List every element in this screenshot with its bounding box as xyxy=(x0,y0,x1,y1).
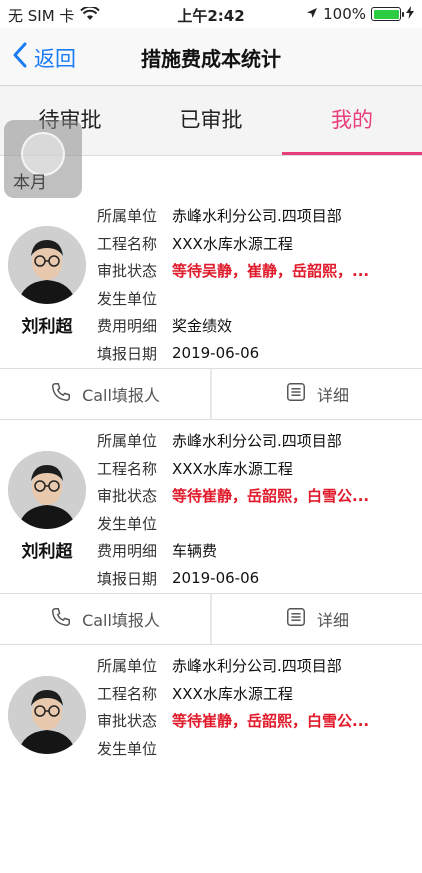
record-details: 所属单位 赤峰水利分公司.四项目部 工程名称 XXX水库水源工程 审批状态 等待吴静，… xyxy=(97,202,414,367)
list-item[interactable]: 刘利超 所属单位 赤峰水利分公司.四项目部 工程名称 XXX水库水源工程 审批状态等… xyxy=(0,423,422,648)
expense-detail-value: 奖金绩效 xyxy=(172,317,233,336)
occur-unit-label: 发生单位 xyxy=(97,739,158,758)
reporter-name: 刘利超 xyxy=(21,317,73,337)
project-value: XXX水库水源工程 xyxy=(172,684,293,703)
navigation-bar: 返回 措施费成本统计 xyxy=(0,28,422,86)
unit-label: 所属单位 xyxy=(97,657,158,676)
status-bar: 无 SIM 卡 上午2:42 100% xyxy=(0,0,422,28)
tab-approved[interactable]: 已审批 xyxy=(141,86,281,156)
report-date-value: 2019-06-06 xyxy=(172,569,260,588)
card-actions: Call填报人 详细 xyxy=(0,368,422,420)
approval-value: 等待吴静，崔静，岳韶熙，... xyxy=(172,262,370,281)
call-reporter-button[interactable]: Call填报人 xyxy=(0,369,210,419)
report-date-label: 填报日期 xyxy=(97,569,158,588)
list-item[interactable]: 所属单位 赤峰水利分公司.四项目部 工程名称 XXX水库水源工程 审批状态 等待崔静，… xyxy=(0,648,422,873)
project-label: 工程名称 xyxy=(97,234,158,253)
project-label: 工程名称 xyxy=(97,459,158,478)
project-label: 工程名称 xyxy=(97,684,158,703)
avatar xyxy=(8,451,86,529)
unit-value: 赤峰水利分公司.四项目部 xyxy=(172,432,342,451)
expense-detail-value: 车辆费 xyxy=(172,542,218,561)
charging-icon xyxy=(406,5,414,23)
location-icon xyxy=(306,5,318,23)
avatar xyxy=(8,676,86,754)
project-value: XXX水库水源工程 xyxy=(172,234,293,253)
approval-label: 审批状态 xyxy=(97,487,158,506)
list-icon xyxy=(285,381,307,407)
approval-value: 等待崔静，岳韶熙，白雪公... xyxy=(172,487,370,506)
record-details: 所属单位 赤峰水利分公司.四项目部 工程名称 XXX水库水源工程 审批状态 等待崔静，… xyxy=(97,427,414,592)
phone-icon xyxy=(50,381,72,407)
list-icon xyxy=(285,606,307,632)
unit-label: 所属单位 xyxy=(97,432,158,451)
occur-unit-label: 发生单位 xyxy=(97,514,158,533)
expense-detail-label: 费用明细 xyxy=(97,542,158,561)
call-label: Call填报人 xyxy=(82,386,160,405)
approval-value: 等待崔静，岳韶熙，白雪公... xyxy=(172,712,370,731)
avatar xyxy=(8,226,86,304)
report-date-label: 填报日期 xyxy=(97,344,158,363)
phone-icon xyxy=(50,606,72,632)
active-tab-indicator xyxy=(282,152,422,155)
call-reporter-button[interactable]: Call填报人 xyxy=(0,594,210,644)
month-filter[interactable]: 本月 xyxy=(13,168,47,193)
battery-icon xyxy=(371,7,404,21)
unit-value: 赤峰水利分公司.四项目部 xyxy=(172,207,342,226)
tab-mine[interactable]: 我的 xyxy=(282,86,422,156)
report-date-value: 2019-06-06 xyxy=(172,344,260,363)
card-actions: Call填报人 详细 xyxy=(0,593,422,645)
detail-label: 详细 xyxy=(316,611,349,630)
record-details: 所属单位 赤峰水利分公司.四项目部 工程名称 XXX水库水源工程 审批状态 等待崔静，… xyxy=(97,652,414,762)
call-label: Call填报人 xyxy=(82,611,160,630)
page-title: 措施费成本统计 xyxy=(141,47,281,71)
project-value: XXX水库水源工程 xyxy=(172,459,293,478)
detail-button[interactable]: 详细 xyxy=(212,369,422,419)
expense-detail-label: 费用明细 xyxy=(97,317,158,336)
reporter-name: 刘利超 xyxy=(21,542,73,562)
detail-button[interactable]: 详细 xyxy=(212,594,422,644)
detail-label: 详细 xyxy=(316,386,349,405)
approval-label: 审批状态 xyxy=(97,712,158,731)
list-item[interactable]: 刘利超 所属单位 赤峰水利分公司.四项目部 工程名称 XXX水库水源工程 审批状态等… xyxy=(0,198,422,423)
occur-unit-label: 发生单位 xyxy=(97,289,158,308)
unit-label: 所属单位 xyxy=(97,207,158,226)
unit-value: 赤峰水利分公司.四项目部 xyxy=(172,657,342,676)
approval-label: 审批状态 xyxy=(97,262,158,281)
record-list[interactable]: 刘利超 所属单位 赤峰水利分公司.四项目部 工程名称 XXX水库水源工程 审批状态等… xyxy=(0,198,422,873)
battery-percent: 100% xyxy=(323,5,366,23)
